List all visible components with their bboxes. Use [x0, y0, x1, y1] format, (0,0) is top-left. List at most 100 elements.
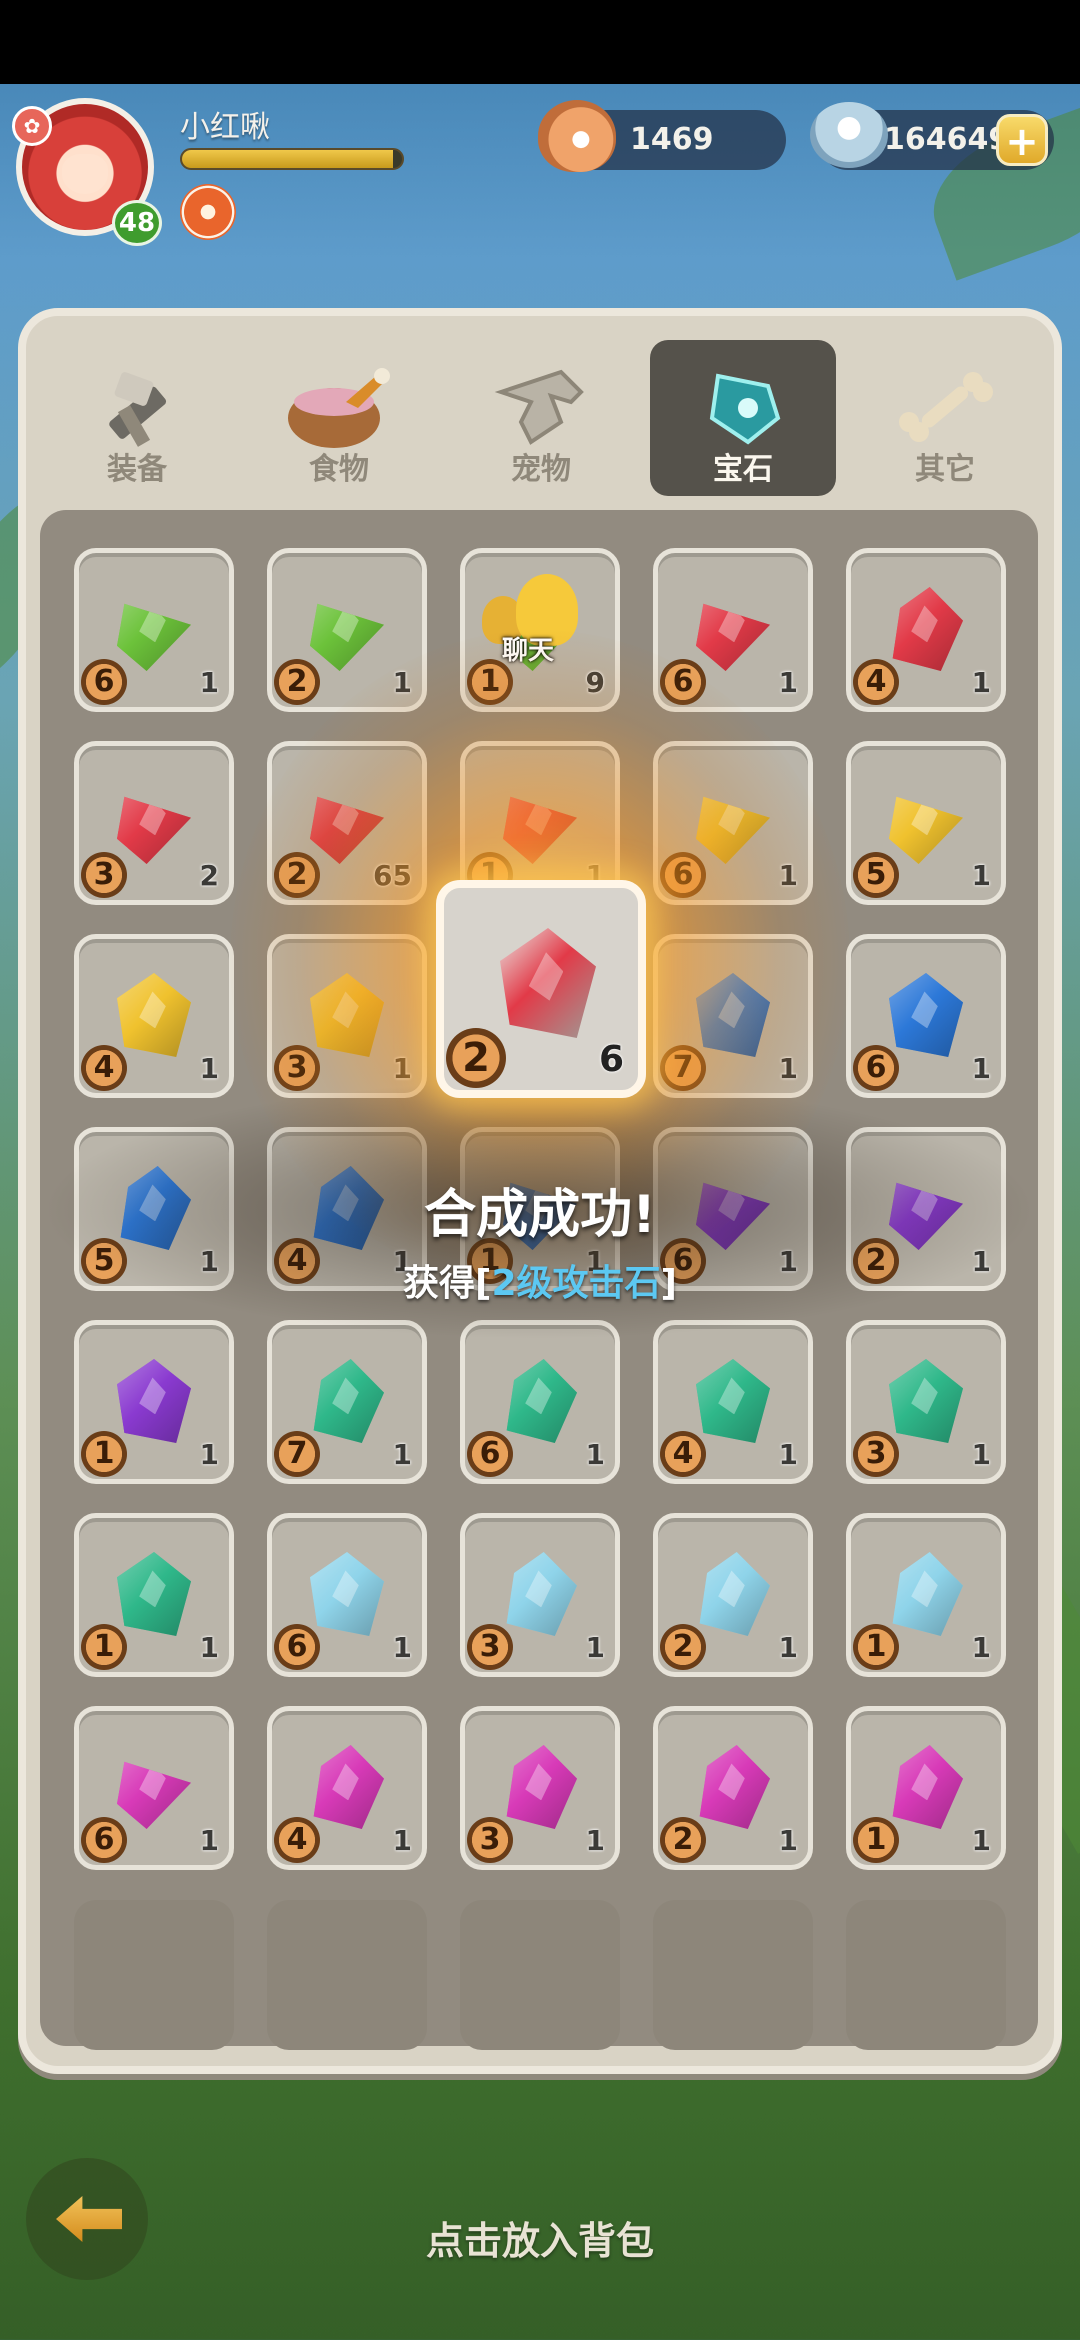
gem-quantity: 1: [971, 1438, 991, 1471]
magenta-gem-icon: [699, 1745, 770, 1829]
cyan-gem-icon: [310, 1552, 384, 1636]
pearl-currency: 164649 +: [810, 102, 1054, 170]
gem-slot[interactable]: 31: [846, 1320, 1006, 1484]
tab-label: 食物: [309, 452, 369, 487]
shell-currency: 1469: [538, 100, 786, 172]
gem-slot[interactable]: 61: [74, 548, 234, 712]
gem-slot[interactable]: 31: [460, 1513, 620, 1677]
gem-quantity: 1: [971, 1824, 991, 1857]
gem-level: 1: [853, 1817, 899, 1863]
gem-quantity: 1: [971, 859, 991, 892]
equipment-icon: [87, 362, 187, 456]
gem-quantity: 1: [392, 1631, 412, 1664]
magenta-gem-icon: [313, 1745, 384, 1829]
gem-slot[interactable]: 11: [74, 1513, 234, 1677]
empty-slot[interactable]: [267, 1900, 427, 2050]
tab-label: 宠物: [511, 452, 571, 487]
magenta-gem-icon: [117, 1761, 191, 1829]
gem-slot[interactable]: 71: [267, 1320, 427, 1484]
teal-gem-icon: [506, 1359, 577, 1443]
gem-slot[interactable]: 41: [74, 934, 234, 1098]
gem-level: 1: [853, 1624, 899, 1670]
gem-slot[interactable]: 61: [74, 1706, 234, 1870]
gem-slot[interactable]: 61: [460, 1320, 620, 1484]
tab-pet[interactable]: 宠物: [448, 340, 634, 496]
gem-level: 6: [81, 1817, 127, 1863]
gem-slot[interactable]: 61: [846, 934, 1006, 1098]
gem-slot[interactable]: 11: [846, 1706, 1006, 1870]
gem-quantity: 1: [392, 1824, 412, 1857]
pet-icon: [491, 362, 591, 456]
pet-badge-icon[interactable]: [180, 184, 236, 240]
shell-icon: [538, 100, 616, 172]
gem-slot[interactable]: 31: [460, 1706, 620, 1870]
green-gem-icon: [310, 603, 384, 671]
tab-label: 其它: [915, 452, 975, 487]
gem-quantity: 1: [778, 1824, 798, 1857]
gem-level: 6: [81, 659, 127, 705]
gem-level: 4: [274, 1817, 320, 1863]
gem-level: 2: [274, 659, 320, 705]
gem-quantity: 1: [778, 1438, 798, 1471]
tab-gem[interactable]: 宝石: [650, 340, 836, 496]
red-gem-icon: [500, 928, 596, 1038]
tab-label: 宝石: [713, 452, 773, 487]
player-level-badge: 48: [112, 200, 162, 246]
empty-slot[interactable]: [74, 1900, 234, 2050]
gem-slot[interactable]: 41: [846, 548, 1006, 712]
tap-to-store-hint[interactable]: 点击放入背包: [0, 2210, 1080, 2265]
player-name: 小红啾: [180, 110, 270, 145]
green-gem-icon: [117, 603, 191, 671]
gem-slot[interactable]: 32: [74, 741, 234, 905]
add-pearls-button[interactable]: +: [996, 114, 1048, 166]
gem-quantity: 2: [199, 859, 219, 892]
red-gem-icon: [892, 587, 963, 671]
result-gem-quantity: 6: [598, 1039, 624, 1080]
gem-slot[interactable]: 61: [267, 1513, 427, 1677]
result-suffix: ]: [660, 1263, 677, 1304]
purple-gem-icon: [117, 1359, 191, 1443]
gem-icon: [698, 362, 788, 456]
gem-quantity: 1: [585, 1824, 605, 1857]
gem-quantity: 1: [971, 666, 991, 699]
result-gem-level: 2: [446, 1028, 506, 1088]
exp-bar-fill: [182, 150, 394, 168]
gem-slot[interactable]: 21: [653, 1706, 813, 1870]
avatar-face: [62, 154, 108, 194]
empty-slot[interactable]: [846, 1900, 1006, 2050]
gem-slot[interactable]: 11: [846, 1513, 1006, 1677]
result-prefix: 获得[: [403, 1263, 492, 1304]
tab-bone[interactable]: 其它: [852, 340, 1038, 496]
shell-amount: 1469: [630, 122, 714, 157]
exp-bar: [180, 148, 404, 170]
gem-quantity: 1: [199, 666, 219, 699]
tab-equipment[interactable]: 装备: [44, 340, 230, 496]
gem-level: 6: [274, 1624, 320, 1670]
result-item-name: 2级攻击石: [491, 1263, 661, 1304]
magenta-gem-icon: [506, 1745, 577, 1829]
gem-slot[interactable]: 41: [267, 1706, 427, 1870]
result-subtitle: 获得[2级攻击石]: [0, 1254, 1080, 1306]
food-icon: [284, 362, 394, 456]
gem-level: 1: [81, 1431, 127, 1477]
teal-gem-icon: [889, 1359, 963, 1443]
gem-quantity: 1: [778, 666, 798, 699]
status-bar: [0, 0, 1080, 84]
blue-gem-icon: [889, 973, 963, 1057]
gem-level: 2: [660, 1817, 706, 1863]
avatar-settings-icon[interactable]: ✿: [12, 106, 52, 146]
gem-slot[interactable]: 21: [653, 1513, 813, 1677]
gem-level: 1: [81, 1624, 127, 1670]
tab-food[interactable]: 食物: [246, 340, 432, 496]
cyan-gem-icon: [506, 1552, 577, 1636]
gem-slot[interactable]: 41: [653, 1320, 813, 1484]
empty-slot[interactable]: [460, 1900, 620, 2050]
gem-level: 5: [853, 852, 899, 898]
gem-slot[interactable]: 51: [846, 741, 1006, 905]
gem-slot[interactable]: 11: [74, 1320, 234, 1484]
result-item-card[interactable]: 2 6: [436, 880, 646, 1098]
gem-quantity: 1: [971, 1631, 991, 1664]
empty-slot[interactable]: [653, 1900, 813, 2050]
gem-quantity: 1: [392, 1438, 412, 1471]
gem-level: 4: [660, 1431, 706, 1477]
